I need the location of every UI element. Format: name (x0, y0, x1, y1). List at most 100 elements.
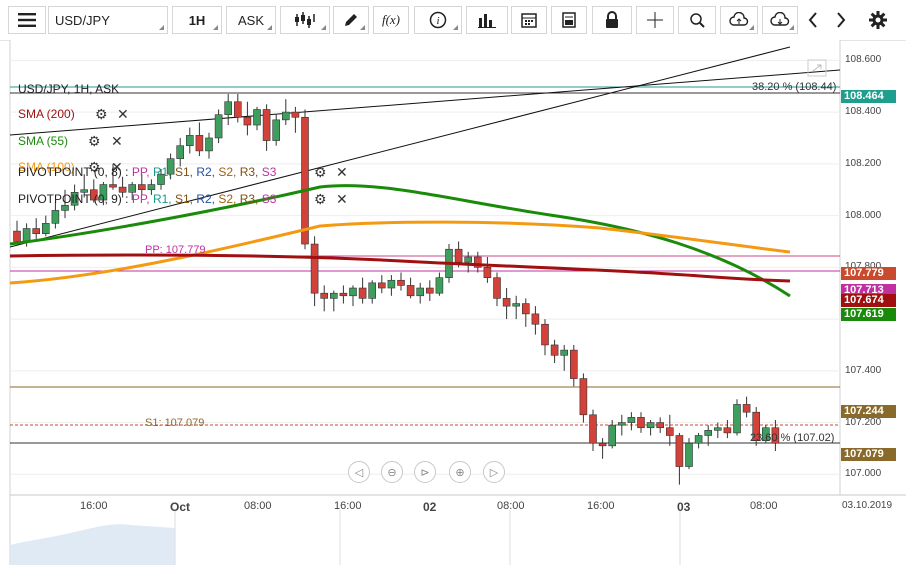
legend-pivotpoint: PIVOTPOINT (0, 8) : PP, R1, S1, R2, S2, … (18, 165, 276, 179)
zoom-in-button[interactable]: ⊕ (449, 461, 471, 483)
candle-body (224, 101, 232, 115)
indicator-settings-icon[interactable]: ⚙ (95, 106, 108, 123)
indicators-button[interactable]: f(x) (373, 6, 409, 34)
dropdown-corner-icon (213, 25, 218, 30)
pan-left-button[interactable]: ◁ (348, 461, 370, 483)
candle-body (733, 404, 741, 434)
symbol-label: USD/JPY (55, 12, 110, 28)
candle-body (310, 243, 319, 294)
candle-body (675, 435, 684, 467)
candle-body (13, 230, 21, 242)
candle-body (579, 378, 588, 416)
pencil-icon (345, 14, 357, 26)
candle-body (147, 184, 156, 191)
candle-body (483, 267, 492, 278)
menu-button[interactable] (8, 6, 46, 34)
remove-indicator-icon[interactable]: ✕ (117, 106, 129, 123)
toolbar: USD/JPY 1H ASK f(x) i (0, 0, 906, 41)
date-end-label: 03.10.2019 (842, 500, 893, 511)
indicator-settings-icon[interactable]: ⚙ (314, 191, 327, 208)
indicator-settings-icon[interactable]: ⚙ (314, 164, 327, 181)
chart-type-button[interactable] (280, 6, 330, 34)
price-axis-label: 108.400 (845, 106, 882, 118)
reset-view-button[interactable]: ⊳ (414, 461, 436, 483)
chart-info-label: USD/JPY, 1H, ASK (18, 82, 120, 96)
zoom-icon (690, 13, 705, 28)
cloud-download-icon (770, 12, 790, 26)
pivot-item-s3: S3 (261, 165, 277, 179)
dropdown-corner-icon (267, 25, 272, 30)
indicator-settings-icon[interactable]: ⚙ (88, 133, 101, 150)
settings-button[interactable] (862, 6, 894, 34)
time-axis-label: 16:00 (80, 500, 108, 512)
time-axis-label: 08:00 (244, 500, 272, 512)
price-tag: 107.779 (841, 266, 896, 280)
candle-body (358, 287, 367, 299)
scroll-right-button[interactable] (828, 6, 854, 34)
s1-label: S1: 107.079 (145, 417, 204, 429)
candle-body (387, 279, 396, 289)
price-tag: 107.619 (841, 308, 896, 322)
price-chart[interactable]: 38.20 % (108.44) 23.60 % (107.02) PP: 10… (0, 40, 906, 565)
candle-body (608, 424, 617, 447)
calendar-button[interactable] (511, 6, 547, 34)
dropdown-corner-icon (321, 25, 326, 30)
candle-body (234, 101, 242, 118)
candle-body (464, 256, 473, 263)
fib-38-label: 38.20 % (108.44) (752, 81, 836, 93)
candle-body (41, 223, 50, 234)
candle-body (713, 427, 722, 431)
candle-body (637, 417, 645, 429)
candle-body (704, 430, 713, 436)
pivot-item-s1: S1, (174, 165, 197, 179)
zoom-out-button[interactable]: ⊖ (381, 461, 403, 483)
candle-body (214, 114, 223, 139)
hamburger-icon (18, 13, 36, 27)
candle-body (694, 435, 703, 444)
candle-body (138, 184, 146, 191)
remove-indicator-icon[interactable]: ✕ (111, 133, 123, 150)
crosshair-button[interactable] (636, 6, 674, 34)
navigator-minimap[interactable] (10, 510, 681, 565)
info-button[interactable]: i (414, 6, 462, 34)
lock-button[interactable] (592, 6, 632, 34)
candle-body (397, 279, 405, 286)
gear-icon (869, 11, 887, 29)
document-icon (562, 12, 576, 28)
legend-sma-55: SMA (55) (18, 134, 69, 148)
pan-right-button[interactable]: ▷ (483, 461, 505, 483)
timeframe-select[interactable]: 1H (172, 6, 222, 34)
pivot-item-pp: PP, (131, 192, 153, 206)
candle-body (195, 135, 204, 152)
zoom-button[interactable] (678, 6, 716, 34)
time-axis-label: 16:00 (334, 500, 362, 512)
remove-indicator-icon[interactable]: ✕ (336, 164, 348, 181)
draw-tool-button[interactable] (333, 6, 369, 34)
pivot-item-s3: S3 (261, 192, 277, 206)
candle-body (560, 349, 569, 356)
dropdown-corner-icon (453, 25, 458, 30)
legend-sma-200: SMA (200) (18, 107, 75, 121)
candle-body (329, 292, 338, 299)
pivot-item-r3: R3, (239, 192, 262, 206)
scroll-left-button[interactable] (800, 6, 826, 34)
candle-body (541, 323, 549, 346)
candle-body (598, 442, 607, 447)
time-axis-label: 03 (677, 500, 691, 514)
candle-body (742, 404, 751, 413)
candle-body (272, 119, 281, 141)
volume-button[interactable] (466, 6, 508, 34)
upload-button[interactable] (720, 6, 758, 34)
time-axis-label: 08:00 (497, 500, 525, 512)
template-button[interactable] (551, 6, 587, 34)
candle-body (521, 303, 530, 315)
info-icon: i (429, 11, 447, 29)
remove-indicator-icon[interactable]: ✕ (336, 191, 348, 208)
symbol-select[interactable]: USD/JPY (48, 6, 168, 34)
pivot-item-s2: S2, (218, 165, 240, 179)
price-axis-label: 107.200 (845, 416, 882, 428)
function-icon: f(x) (381, 12, 401, 27)
candle-body (243, 116, 252, 126)
price-type-select[interactable]: ASK (226, 6, 276, 34)
download-button[interactable] (762, 6, 798, 34)
